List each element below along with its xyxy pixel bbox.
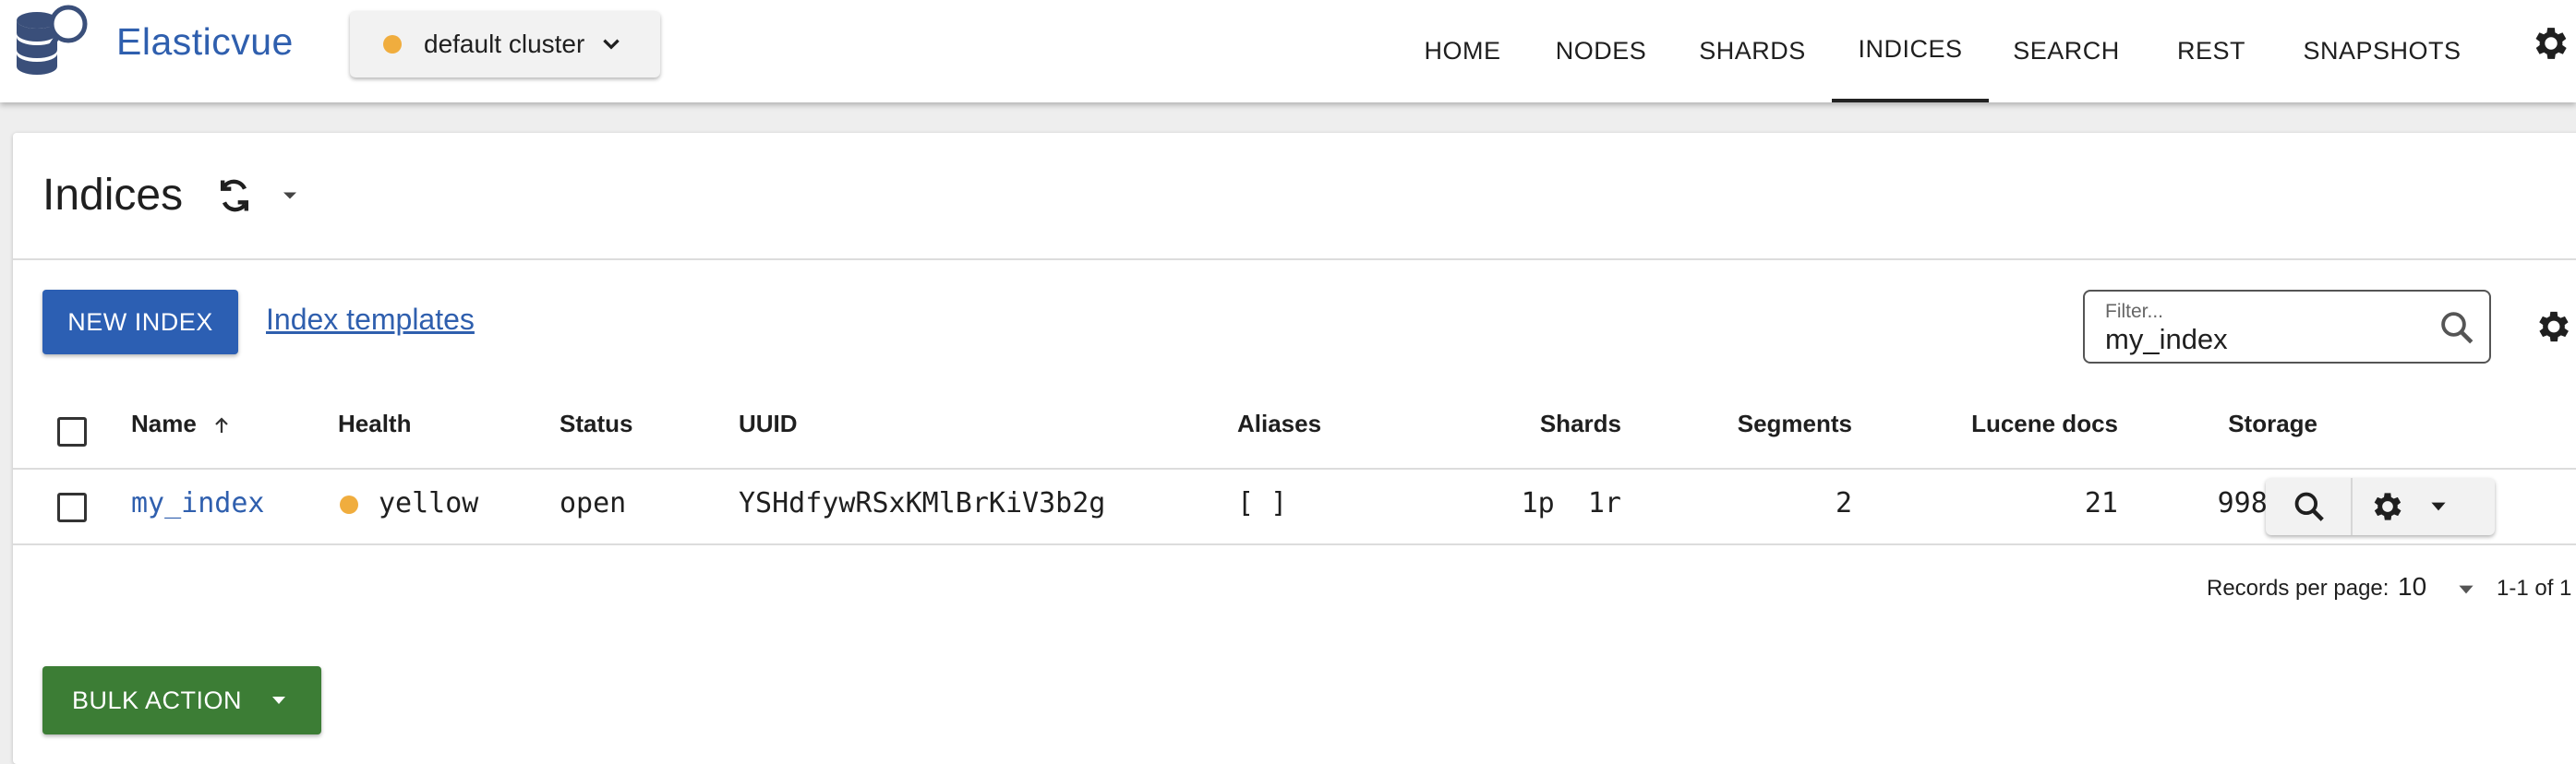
nav-indices[interactable]: INDICES [1832,0,1989,102]
index-aliases: [ ] [1237,487,1288,519]
column-header-uuid[interactable]: UUID [739,410,798,438]
nav-nodes[interactable]: NODES [1535,0,1667,102]
shards-replica: 1r [1587,487,1621,519]
index-status: open [560,487,627,519]
caret-down-icon [272,697,286,704]
row-actions-separator [2351,478,2353,535]
caret-down-icon[interactable] [2454,578,2478,602]
records-per-page-label: Records per page: [2207,576,2389,601]
caret-down-icon[interactable] [277,183,303,209]
health-status-dot [340,495,358,514]
column-header-name[interactable]: Name [131,410,233,438]
top-app-bar: Elasticvue default cluster HOME NODES SH… [0,0,2576,102]
index-lucene-docs: 21 [2084,487,2118,519]
search-icon[interactable] [2292,489,2327,524]
pagination-range: 1-1 of 1 [2497,576,2572,601]
filter-field[interactable]: Filter... [2083,290,2491,364]
health-label: yellow [379,487,479,519]
row-select-checkbox[interactable] [57,493,87,522]
column-header-aliases[interactable]: Aliases [1237,410,1321,438]
nav-home[interactable]: HOME [1400,0,1525,102]
elasticvue-logo-icon[interactable] [9,0,92,83]
bulk-action-label: BULK ACTION [72,686,243,714]
table-row-divider [13,543,2576,545]
index-health: yellow [340,487,478,519]
column-header-segments[interactable]: Segments [1667,410,1852,438]
header-divider [13,258,2576,260]
cluster-status-dot [383,35,402,54]
select-all-checkbox[interactable] [57,417,87,447]
table-header-divider [13,468,2576,470]
index-templates-link[interactable]: Index templates [266,303,475,337]
nav-shards[interactable]: SHARDS [1679,0,1826,102]
nav-search[interactable]: SEARCH [2002,0,2131,102]
arrow-up-icon [215,417,228,434]
column-header-lucene-docs[interactable]: Lucene docs [1878,410,2118,438]
gear-icon[interactable] [2530,22,2572,65]
column-header-status[interactable]: Status [560,410,632,438]
cluster-label: default cluster [424,30,585,58]
column-header-health[interactable]: Health [338,410,411,438]
bulk-action-button[interactable]: BULK ACTION [42,666,321,734]
new-index-button[interactable]: NEW INDEX [42,290,238,354]
index-uuid: YSHdfywRSxKMlBrKiV3b2g [739,487,1106,519]
shards-primary: 1p [1521,487,1555,519]
refresh-icon[interactable] [214,175,255,216]
search-icon[interactable] [2438,308,2476,347]
cluster-selector-button[interactable]: default cluster [350,11,660,78]
nav-snapshots[interactable]: SNAPSHOTS [2281,0,2484,102]
caret-down-icon[interactable] [2426,495,2450,519]
row-actions-group [2266,478,2495,535]
app-title[interactable]: Elasticvue [116,20,294,64]
column-header-shards[interactable]: Shards [1464,410,1621,438]
filter-label: Filter... [2105,301,2164,322]
index-segments: 2 [1835,487,1852,519]
page-title: Indices [42,171,184,220]
indices-card: Indices NEW INDEX Index templates Filter… [13,133,2576,764]
records-per-page-select[interactable]: 10 [2398,572,2426,602]
chevron-down-icon [603,39,620,50]
index-name-link[interactable]: my_index [131,487,265,519]
nav-rest[interactable]: REST [2142,0,2281,102]
column-header-storage[interactable]: Storage [2137,410,2317,438]
gear-icon[interactable] [2369,488,2406,525]
table-settings-gear-icon[interactable] [2534,306,2574,347]
index-shards: 1p 1r [1437,487,1621,519]
filter-input[interactable] [2105,323,2410,356]
